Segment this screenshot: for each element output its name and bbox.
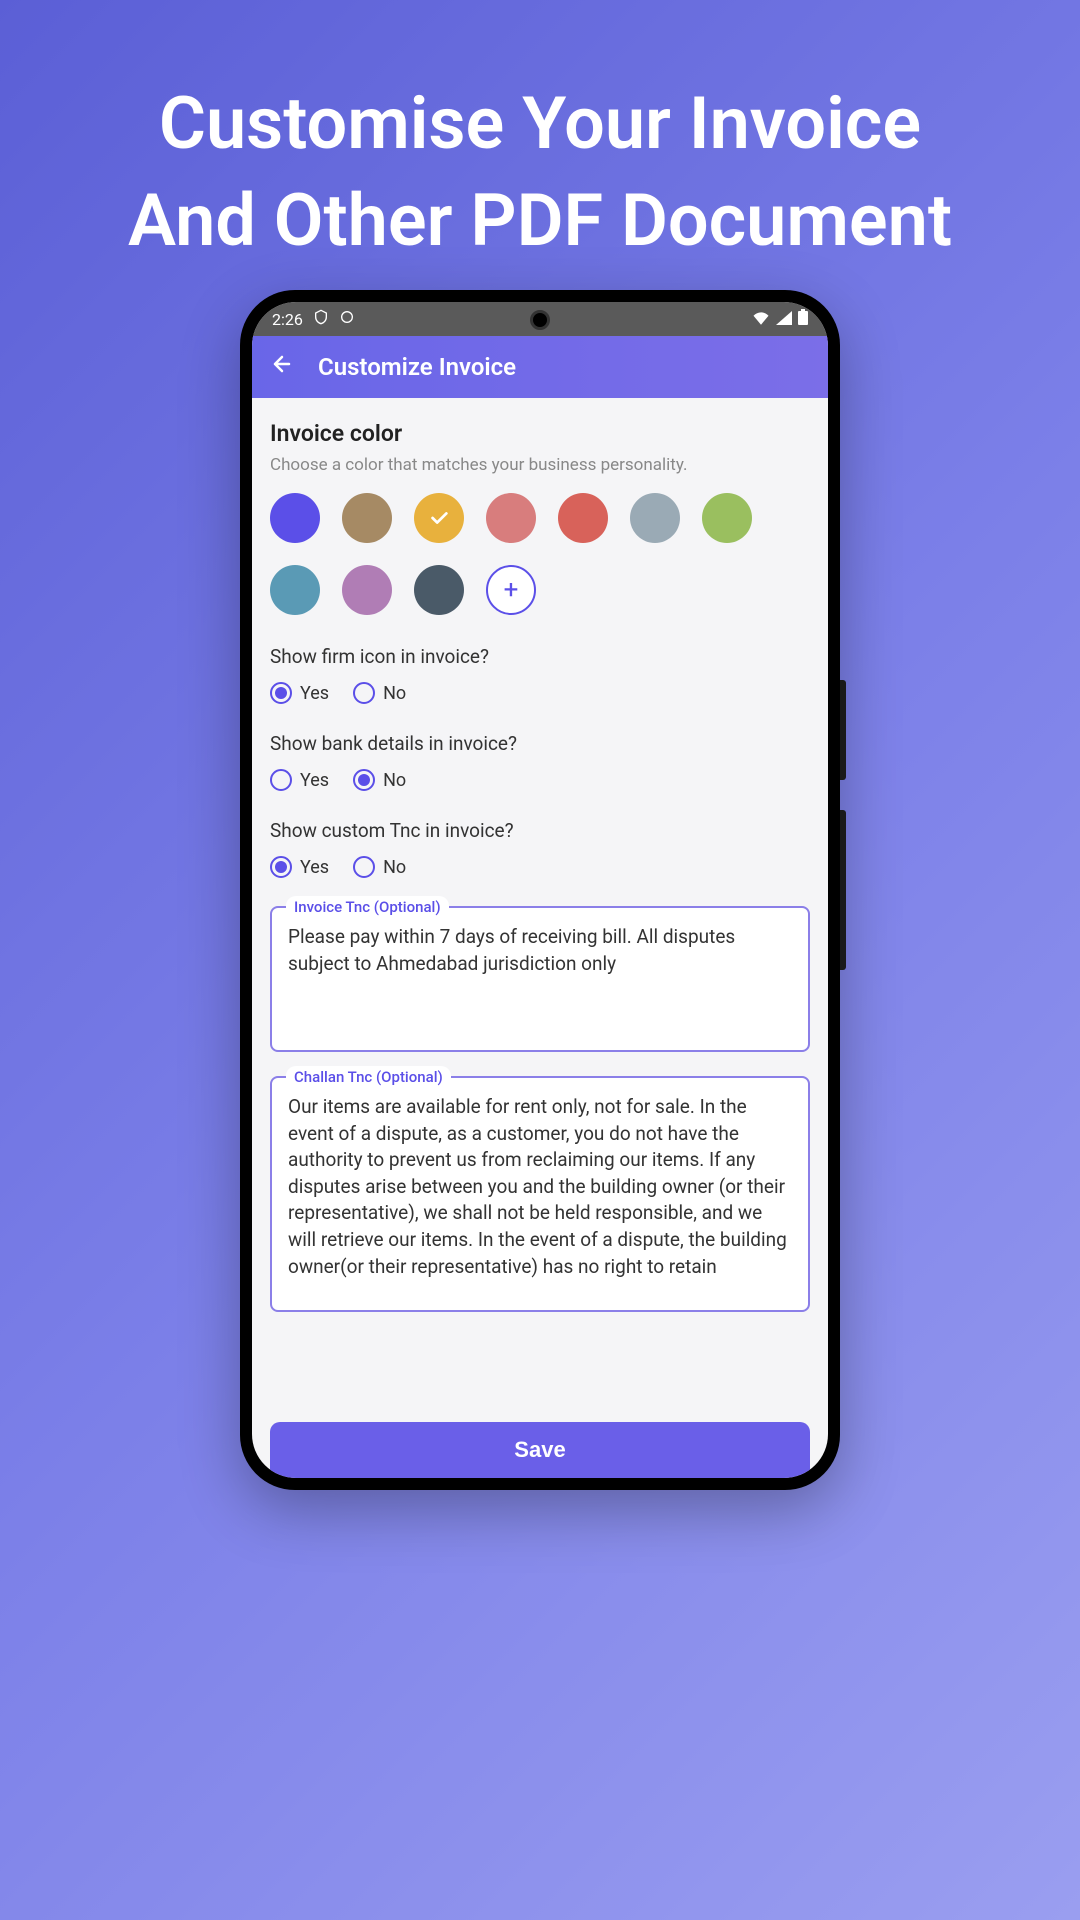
field-label: Invoice Tnc (Optional): [286, 896, 449, 918]
battery-icon: [798, 309, 808, 329]
section-subtitle: Choose a color that matches your busines…: [270, 455, 810, 475]
plus-icon: +: [504, 575, 519, 605]
color-swatch[interactable]: [270, 565, 320, 615]
phone-side-button: [840, 680, 846, 780]
radio-circle-icon: [353, 769, 375, 791]
radio-label: No: [383, 770, 406, 791]
back-arrow-icon[interactable]: [270, 352, 294, 382]
radio-circle-icon: [270, 769, 292, 791]
hero-line-2: And Other PDF Document: [40, 172, 1040, 269]
color-swatch[interactable]: [270, 493, 320, 543]
color-swatch[interactable]: [486, 493, 536, 543]
status-bar: 2:26: [252, 302, 828, 336]
color-swatch-grid: +: [270, 493, 810, 615]
color-swatch[interactable]: [342, 493, 392, 543]
shield-icon: [313, 309, 329, 329]
radio-yes[interactable]: Yes: [270, 682, 329, 704]
hero-title: Customise Your Invoice And Other PDF Doc…: [0, 0, 1080, 269]
question-bank-details: Show bank details in invoice?: [270, 732, 810, 755]
color-swatch[interactable]: [342, 565, 392, 615]
question-custom-tnc: Show custom Tnc in invoice?: [270, 819, 810, 842]
status-time: 2:26: [272, 310, 303, 329]
phone-screen: 2:26: [252, 302, 828, 1478]
radio-label: No: [383, 857, 406, 878]
radio-circle-icon: [353, 682, 375, 704]
save-button-label: Save: [514, 1437, 565, 1463]
radio-circle-icon: [270, 856, 292, 878]
radio-circle-icon: [270, 682, 292, 704]
content-area: Invoice color Choose a color that matche…: [252, 398, 828, 1478]
check-icon: [428, 507, 450, 529]
hero-line-1: Customise Your Invoice: [40, 75, 1040, 172]
radio-yes[interactable]: Yes: [270, 769, 329, 791]
radio-no[interactable]: No: [353, 856, 406, 878]
signal-icon: [776, 310, 792, 329]
invoice-tnc-field[interactable]: Invoice Tnc (Optional) Please pay within…: [270, 906, 810, 1052]
save-button[interactable]: Save: [270, 1422, 810, 1478]
color-swatch[interactable]: [558, 493, 608, 543]
color-swatch[interactable]: [630, 493, 680, 543]
phone-side-button: [840, 810, 846, 970]
field-label: Challan Tnc (Optional): [286, 1066, 451, 1088]
phone-frame: 2:26: [240, 290, 840, 1490]
app-bar: Customize Invoice: [252, 336, 828, 398]
field-value: Please pay within 7 days of receiving bi…: [288, 924, 792, 1034]
radio-group-custom-tnc: Yes No: [270, 856, 810, 878]
wifi-icon: [752, 310, 770, 329]
radio-circle-icon: [353, 856, 375, 878]
app-bar-title: Customize Invoice: [318, 353, 516, 381]
radio-label: Yes: [300, 857, 329, 878]
moon-icon: [339, 309, 355, 329]
radio-group-firm-icon: Yes No: [270, 682, 810, 704]
radio-group-bank-details: Yes No: [270, 769, 810, 791]
status-right: [752, 309, 808, 329]
radio-no[interactable]: No: [353, 769, 406, 791]
radio-label: Yes: [300, 770, 329, 791]
radio-label: Yes: [300, 683, 329, 704]
color-swatch-selected[interactable]: [414, 493, 464, 543]
section-title: Invoice color: [270, 420, 810, 447]
color-swatch[interactable]: [414, 565, 464, 615]
challan-tnc-field[interactable]: Challan Tnc (Optional) Our items are ava…: [270, 1076, 810, 1312]
status-left: 2:26: [272, 309, 355, 329]
field-value: Our items are available for rent only, n…: [288, 1094, 792, 1294]
radio-no[interactable]: No: [353, 682, 406, 704]
add-color-button[interactable]: +: [486, 565, 536, 615]
question-firm-icon: Show firm icon in invoice?: [270, 645, 810, 668]
radio-yes[interactable]: Yes: [270, 856, 329, 878]
color-swatch[interactable]: [702, 493, 752, 543]
camera-notch: [530, 310, 550, 330]
radio-label: No: [383, 683, 406, 704]
